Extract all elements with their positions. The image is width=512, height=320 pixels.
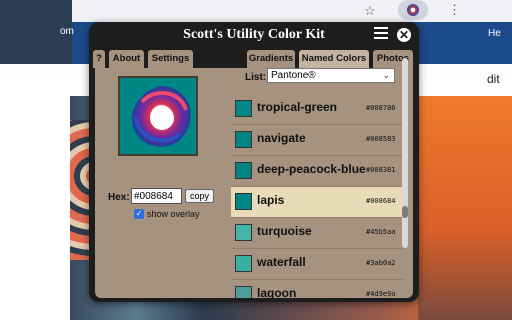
page-text-left: om (60, 26, 74, 37)
tab-about[interactable]: About (109, 50, 144, 68)
color-code: #008381 (366, 166, 396, 174)
color-name: lagoon (257, 286, 297, 298)
tab-named-colors[interactable]: Named Colors (299, 50, 369, 68)
copy-button[interactable]: copy (185, 189, 214, 203)
page-text-body: dit (487, 72, 500, 86)
color-swatch (235, 286, 252, 298)
color-swatch (235, 255, 252, 272)
list-label: List: (245, 72, 267, 83)
color-row[interactable]: waterfall #3ab0a2 (231, 249, 403, 280)
color-row[interactable]: navigate #008583 (231, 125, 403, 156)
color-name: tropical-green (257, 100, 338, 114)
list-selected-value: Pantone® (271, 70, 316, 81)
menu-icon[interactable]: ⋮ (448, 2, 461, 18)
color-row[interactable]: tropical-green #008786 (231, 94, 403, 125)
hex-input[interactable] (131, 188, 182, 204)
color-swatch (235, 224, 252, 241)
star-icon[interactable]: ☆ (364, 3, 376, 19)
color-name: lapis (257, 193, 285, 207)
extension-icon[interactable] (407, 4, 419, 16)
named-colors-panel: Hex: copy ✓ show overlay List: Pantone® … (95, 68, 413, 298)
color-name: turquoise (257, 224, 312, 238)
color-row-selected[interactable]: lapis #008684 (231, 187, 403, 218)
show-overlay-label: show overlay (147, 209, 200, 219)
tab-gradients[interactable]: Gradients (247, 50, 295, 68)
tab-bar: ? About Settings Gradients Named Colors … (89, 48, 419, 68)
page-text-right: He (488, 28, 501, 39)
browser-toolbar (0, 0, 512, 22)
color-code: #4d9e9a (366, 290, 396, 298)
color-swatch (235, 162, 252, 179)
show-overlay-checkbox[interactable]: ✓ (134, 209, 144, 219)
color-row[interactable]: lagoon #4d9e9a (231, 280, 403, 298)
tab-help[interactable]: ? (93, 50, 105, 68)
color-row[interactable]: deep-peacock-blue #008381 (231, 156, 403, 187)
popup-titlebar: Scott's Utility Color Kit ✕ (89, 22, 419, 48)
page-hero-right (418, 96, 512, 320)
app-logo (118, 76, 198, 156)
chevron-down-icon: ⌄ (382, 70, 390, 80)
color-name: navigate (257, 131, 306, 145)
popup-title: Scott's Utility Color Kit (183, 27, 325, 42)
color-code: #008786 (366, 104, 396, 112)
color-swatch (235, 193, 252, 210)
tab-settings[interactable]: Settings (148, 50, 193, 68)
color-kit-popup: Scott's Utility Color Kit ✕ ? About Sett… (89, 22, 419, 302)
list-select[interactable]: Pantone® ⌄ (267, 68, 395, 83)
hex-label: Hex: (108, 192, 130, 203)
color-code: #45b5aa (366, 228, 396, 236)
color-code: #3ab0a2 (366, 259, 396, 267)
color-row[interactable]: turquoise #45b5aa (231, 218, 403, 249)
color-code: #008684 (366, 197, 396, 205)
color-name: deep-peacock-blue (257, 162, 366, 176)
scrollbar-thumb[interactable] (402, 206, 408, 218)
hamburger-menu-icon[interactable] (374, 27, 388, 41)
color-swatch (235, 131, 252, 148)
color-code: #008583 (366, 135, 396, 143)
color-list-scrollbar[interactable] (402, 58, 408, 248)
color-list: tropical-green #008786 navigate #008583 … (231, 94, 407, 298)
close-icon[interactable]: ✕ (397, 28, 411, 42)
color-swatch (235, 100, 252, 117)
color-name: waterfall (257, 255, 306, 269)
